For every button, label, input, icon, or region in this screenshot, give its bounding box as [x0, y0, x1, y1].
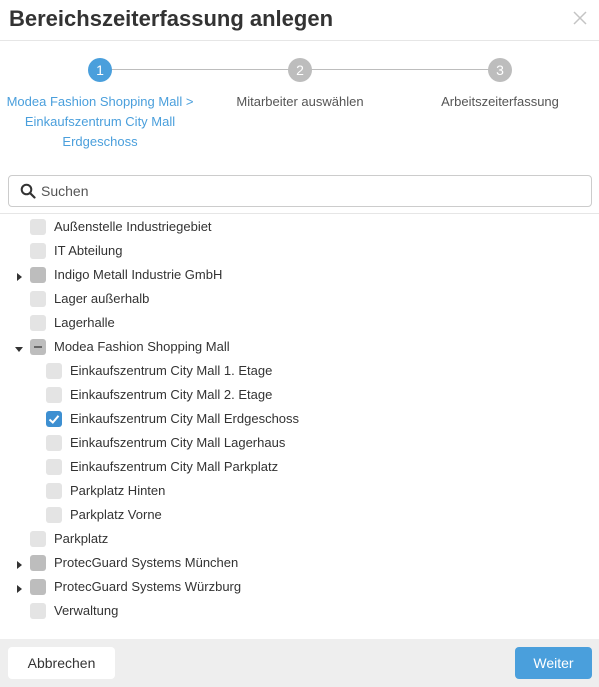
- create-area-time-tracking-dialog: Bereichszeiterfassung anlegen 1 2 3 Mode…: [0, 0, 599, 687]
- wizard-stepper: 1 2 3 Modea Fashion Shopping Mall > Eink…: [0, 41, 599, 161]
- tree-item-label: Parkplatz Vorne: [70, 507, 162, 522]
- tree-item-label: Parkplatz: [54, 531, 109, 546]
- checkbox-indeterminate[interactable]: [30, 339, 46, 355]
- checkbox-checked[interactable]: [46, 411, 62, 427]
- tree-item-label: Parkplatz Hinten: [70, 483, 166, 498]
- checkbox[interactable]: [30, 315, 46, 331]
- tree-item-label: Lager außerhalb: [54, 291, 150, 306]
- checkbox[interactable]: [30, 555, 46, 571]
- tree-item[interactable]: Parkplatz: [0, 527, 599, 551]
- tree-item-label: Verwaltung: [54, 603, 119, 618]
- checkbox[interactable]: [30, 291, 46, 307]
- checkbox[interactable]: [30, 579, 46, 595]
- checkbox[interactable]: [46, 459, 62, 475]
- tree-item[interactable]: Indigo Metall Industrie GmbH: [0, 263, 599, 287]
- tree-item[interactable]: ProtecGuard Systems München: [0, 551, 599, 575]
- step-2-indicator: 2: [288, 58, 312, 82]
- tree-item-label: ProtecGuard Systems Würzburg: [54, 579, 242, 594]
- tree-item[interactable]: Einkaufszentrum City Mall Erdgeschoss: [0, 407, 599, 431]
- step-1-indicator: 1: [88, 58, 112, 82]
- caret-down-icon[interactable]: [14, 342, 24, 352]
- tree-item[interactable]: Einkaufszentrum City Mall Lagerhaus: [0, 431, 599, 455]
- checkbox[interactable]: [46, 363, 62, 379]
- tree-item-label: Einkaufszentrum City Mall 2. Etage: [70, 387, 273, 402]
- step-connector-2-3: [300, 69, 500, 70]
- step-2-label-line-1: Mitarbeiter auswählen: [236, 94, 364, 109]
- checkbox[interactable]: [46, 435, 62, 451]
- step-3-label: Arbeitszeiterfassung: [400, 92, 599, 112]
- tree-item[interactable]: Lagerhalle: [0, 311, 599, 335]
- dialog-footer: Abbrechen Weiter: [0, 639, 599, 687]
- step-1-label-line-2: Einkaufszentrum City Mall: [24, 114, 176, 129]
- tree-item-label: Lagerhalle: [54, 315, 115, 330]
- checkbox[interactable]: [46, 483, 62, 499]
- tree-item-label: ProtecGuard Systems München: [54, 555, 239, 570]
- search-box: [8, 175, 592, 207]
- checkbox[interactable]: [30, 531, 46, 547]
- step-3-label-line-1: Arbeitszeiterfassung: [441, 94, 559, 109]
- tree-item[interactable]: Modea Fashion Shopping Mall: [0, 335, 599, 359]
- tree-item-label: Indigo Metall Industrie GmbH: [54, 267, 223, 282]
- step-1-label-line-3: Erdgeschoss: [62, 134, 138, 149]
- tree-item[interactable]: Lager außerhalb: [0, 287, 599, 311]
- divider: [0, 213, 599, 214]
- minus-icon: [34, 346, 42, 348]
- tree-item[interactable]: IT Abteilung: [0, 239, 599, 263]
- tree-item-label: Einkaufszentrum City Mall 1. Etage: [70, 363, 273, 378]
- tree-item[interactable]: Parkplatz Vorne: [0, 503, 599, 527]
- checkbox[interactable]: [46, 387, 62, 403]
- tree-item[interactable]: Verwaltung: [0, 599, 599, 623]
- dialog-header: Bereichszeiterfassung anlegen: [0, 0, 599, 41]
- step-1-label: Modea Fashion Shopping Mall > Einkaufsze…: [0, 92, 200, 152]
- tree-item-label: Außenstelle Industriegebiet: [54, 219, 212, 234]
- tree-item[interactable]: Einkaufszentrum City Mall 1. Etage: [0, 359, 599, 383]
- tree-item[interactable]: Einkaufszentrum City Mall 2. Etage: [0, 383, 599, 407]
- checkbox[interactable]: [30, 219, 46, 235]
- cancel-button[interactable]: Abbrechen: [8, 647, 115, 679]
- caret-right-icon[interactable]: [14, 270, 24, 281]
- checkbox[interactable]: [30, 603, 46, 619]
- next-button[interactable]: Weiter: [515, 647, 592, 679]
- dialog-title: Bereichszeiterfassung anlegen: [9, 6, 334, 31]
- checkbox[interactable]: [46, 507, 62, 523]
- checkbox[interactable]: [30, 267, 46, 283]
- checkmark-icon: [48, 415, 60, 424]
- tree-item[interactable]: ProtecGuard Systems Würzburg: [0, 575, 599, 599]
- step-connector-1-2: [100, 69, 300, 70]
- tree-item-label: Einkaufszentrum City Mall Parkplatz: [70, 459, 279, 474]
- tree-item[interactable]: Außenstelle Industriegebiet: [0, 215, 599, 239]
- tree-item-label: Einkaufszentrum City Mall Lagerhaus: [70, 435, 286, 450]
- step-1-label-line-1: Modea Fashion Shopping Mall >: [6, 94, 194, 109]
- close-icon[interactable]: [569, 7, 591, 29]
- checkbox[interactable]: [30, 243, 46, 259]
- step-2-label: Mitarbeiter auswählen: [200, 92, 400, 112]
- tree-item-label: IT Abteilung: [54, 243, 123, 258]
- tree-item-label: Modea Fashion Shopping Mall: [54, 339, 230, 354]
- search-input[interactable]: [41, 180, 581, 202]
- tree-item[interactable]: Parkplatz Hinten: [0, 479, 599, 503]
- caret-right-icon[interactable]: [14, 558, 24, 569]
- step-3-indicator: 3: [488, 58, 512, 82]
- tree-item-label: Einkaufszentrum City Mall Erdgeschoss: [70, 411, 300, 426]
- caret-right-icon[interactable]: [14, 582, 24, 593]
- search-icon: [20, 183, 36, 199]
- tree-item[interactable]: Einkaufszentrum City Mall Parkplatz: [0, 455, 599, 479]
